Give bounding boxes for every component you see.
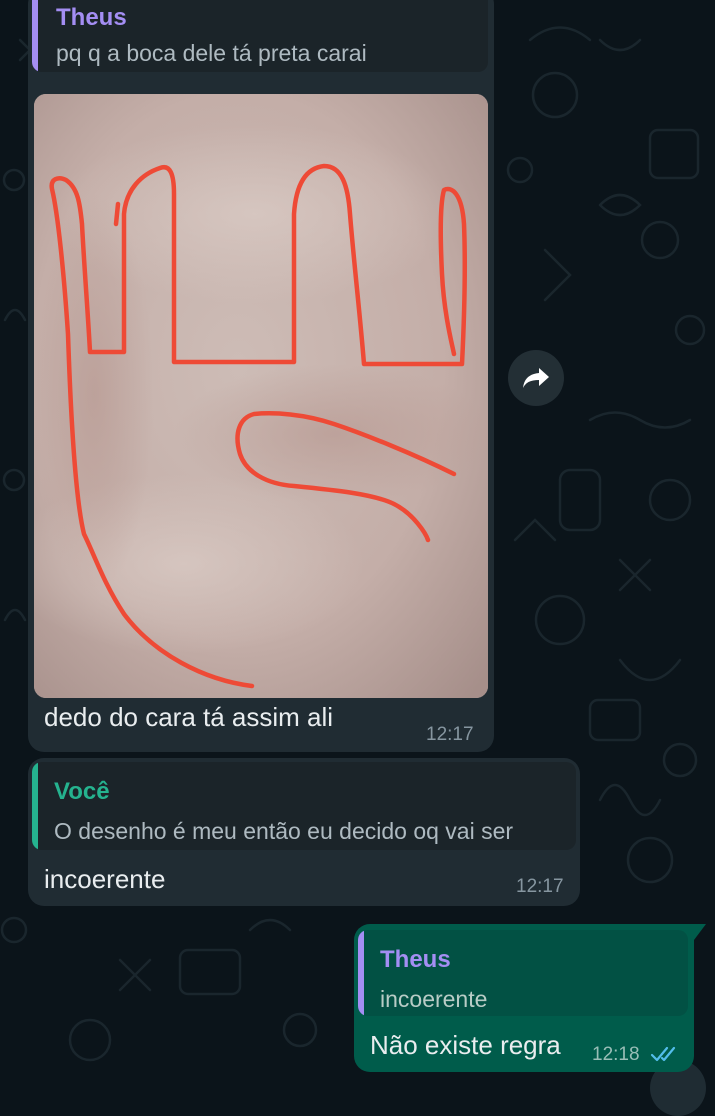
forward-arrow-icon <box>523 368 549 388</box>
message-bubble-incoming[interactable]: Theus pq q a boca dele tá preta carai de… <box>28 0 494 752</box>
forward-button[interactable] <box>508 350 564 406</box>
quote-bar <box>358 930 364 1016</box>
quoted-text: pq q a boca dele tá preta carai <box>56 40 367 66</box>
message-text: incoerente <box>44 864 166 894</box>
quoted-message[interactable]: Theus incoerente <box>358 930 688 1016</box>
quote-bar <box>32 0 38 72</box>
message-text: Não existe regra <box>370 1030 561 1060</box>
quoted-author: Você <box>54 778 110 805</box>
double-check-read-icon <box>650 1046 676 1062</box>
message-text: dedo do cara tá assim ali <box>44 702 334 732</box>
quoted-text: O desenho é meu então eu decido oq vai s… <box>54 818 514 844</box>
bubble-tail <box>694 924 706 940</box>
message-time: 12:17 <box>426 724 474 745</box>
quoted-message[interactable]: Theus pq q a boca dele tá preta carai <box>32 0 488 72</box>
quoted-author: Theus <box>380 946 451 973</box>
quoted-text: incoerente <box>380 986 488 1012</box>
message-bubble-incoming[interactable]: Você O desenho é meu então eu decido oq … <box>28 758 580 906</box>
message-time: 12:18 <box>592 1044 640 1065</box>
quoted-message[interactable]: Você O desenho é meu então eu decido oq … <box>32 762 576 850</box>
message-bubble-outgoing[interactable]: Theus incoerente Não existe regra 12:18 <box>354 924 694 1072</box>
quote-bar <box>32 762 38 850</box>
quoted-author: Theus <box>56 4 127 31</box>
message-time: 12:17 <box>516 876 564 897</box>
photo-with-red-drawing-icon[interactable] <box>34 94 488 698</box>
